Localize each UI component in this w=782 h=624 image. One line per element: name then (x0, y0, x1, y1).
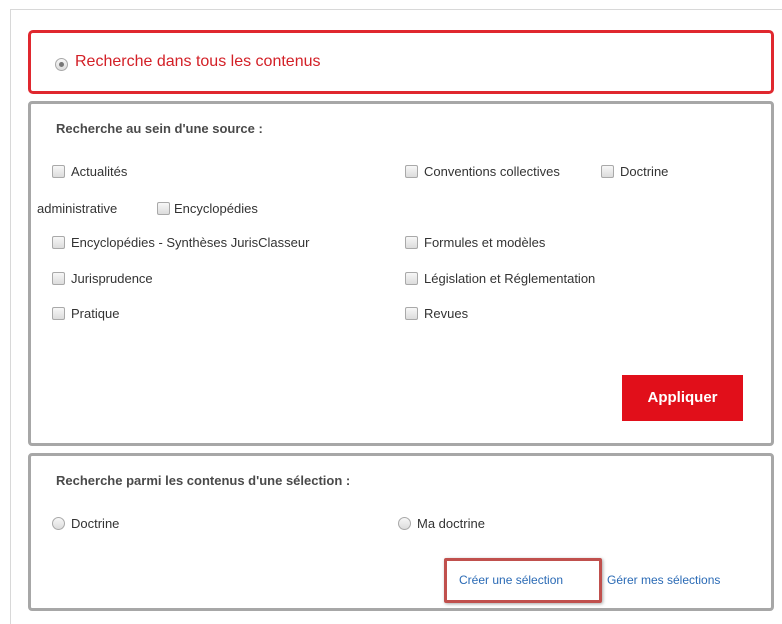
radio-button[interactable] (52, 517, 65, 530)
search-all-radio[interactable] (55, 58, 68, 71)
checkbox[interactable] (157, 202, 170, 215)
selection-option-ma-doctrine[interactable]: Ma doctrine (398, 516, 485, 531)
source-option-encyclopedies[interactable]: Encyclopédies (157, 201, 258, 216)
checkbox[interactable] (405, 236, 418, 249)
source-option-encyclopedies-syntheses[interactable]: Encyclopédies - Synthèses JurisClasseur (52, 235, 309, 250)
checkbox[interactable] (405, 307, 418, 320)
checkbox[interactable] (52, 165, 65, 178)
source-option-actualites[interactable]: Actualités (52, 164, 127, 179)
checkbox[interactable] (601, 165, 614, 178)
checkbox[interactable] (52, 272, 65, 285)
selection-search-panel: Recherche parmi les contenus d'une sélec… (28, 453, 774, 611)
checkbox[interactable] (405, 165, 418, 178)
source-option-jurisprudence[interactable]: Jurisprudence (52, 271, 153, 286)
radio-button[interactable] (398, 517, 411, 530)
source-option-doctrine-continuation: administrative (37, 201, 118, 216)
source-search-panel: Recherche au sein d'une source : Actuali… (28, 101, 774, 446)
search-all-contents-box[interactable]: Recherche dans tous les contenus (28, 30, 774, 94)
create-selection-link[interactable]: Créer une sélection (459, 573, 563, 587)
source-option-formules-modeles[interactable]: Formules et modèles (405, 235, 545, 250)
selection-panel-title: Recherche parmi les contenus d'une sélec… (56, 473, 351, 488)
checkbox[interactable] (52, 236, 65, 249)
search-all-label: Recherche dans tous les contenus (75, 53, 321, 70)
source-option-revues[interactable]: Revues (405, 306, 468, 321)
source-option-conventions-collectives[interactable]: Conventions collectives (405, 164, 560, 179)
checkbox[interactable] (405, 272, 418, 285)
selection-option-doctrine[interactable]: Doctrine (52, 516, 119, 531)
source-panel-title: Recherche au sein d'une source : (56, 121, 263, 136)
frame-border-top (10, 9, 782, 10)
source-option-legislation[interactable]: Législation et Réglementation (405, 271, 595, 286)
source-option-doctrine[interactable]: Doctrine (601, 164, 668, 179)
frame-border-left (10, 9, 11, 624)
manage-selections-link[interactable]: Gérer mes sélections (607, 573, 720, 587)
checkbox[interactable] (52, 307, 65, 320)
apply-button[interactable]: Appliquer (622, 375, 743, 421)
source-option-pratique[interactable]: Pratique (52, 306, 119, 321)
